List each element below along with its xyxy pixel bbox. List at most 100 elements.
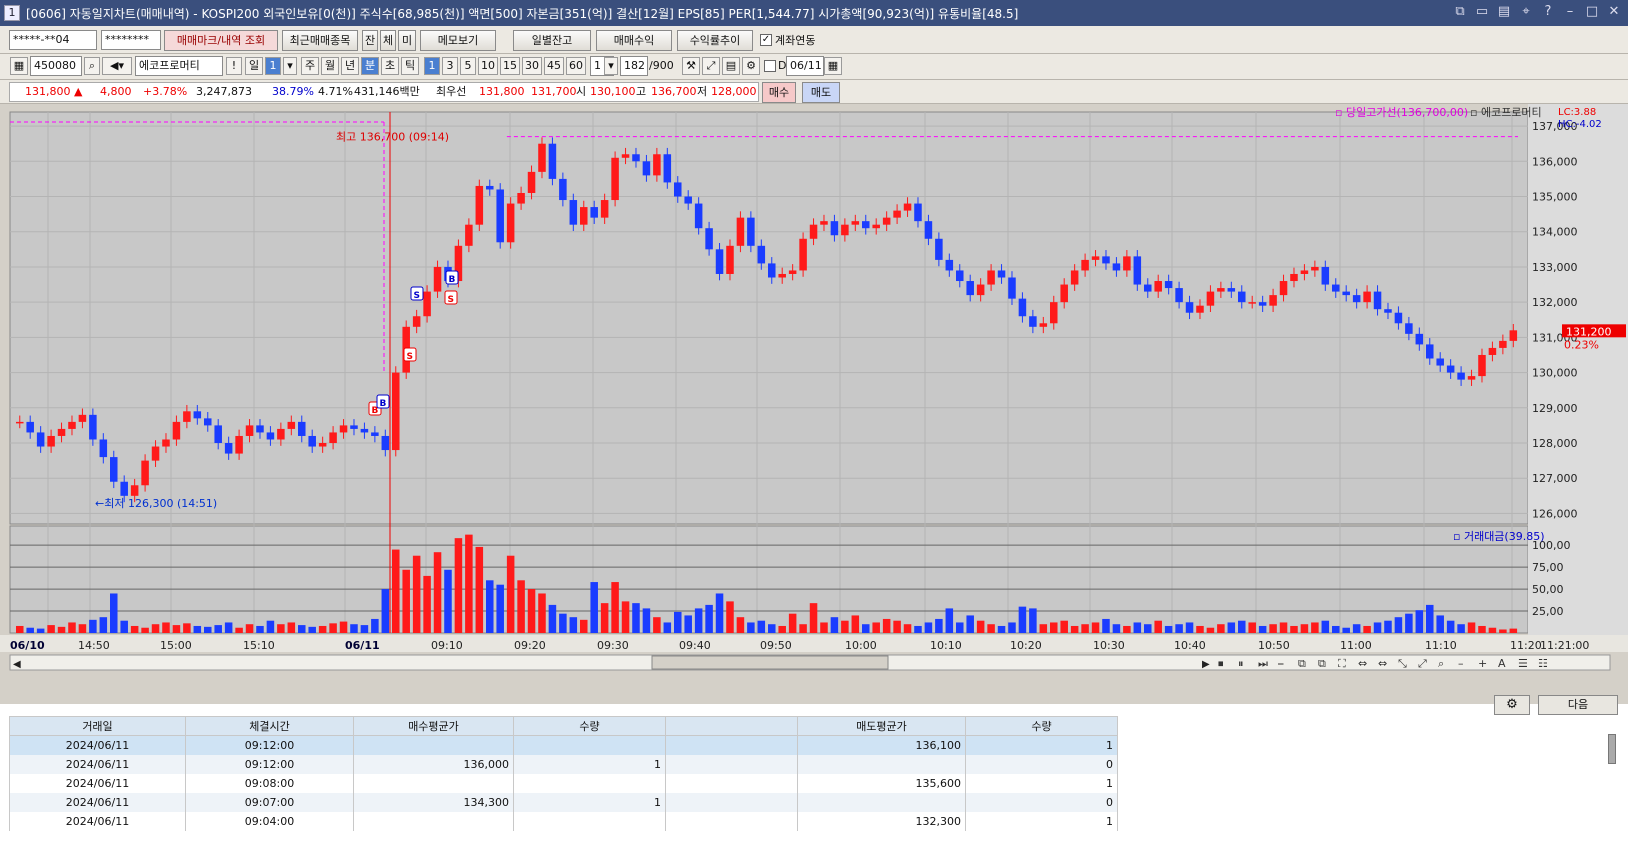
high-price: 136,700 [651,85,697,98]
volume-bar [496,584,504,633]
link-icon[interactable]: ⧉ [1452,3,1468,21]
volume-bar [339,621,348,633]
interval-dropdown-icon[interactable]: ▾ [604,57,618,75]
candle-body [26,421,34,433]
sound-icon[interactable]: ◀▾ [102,57,132,75]
table-header[interactable]: 매도평균가 [797,716,966,736]
save-icon[interactable]: ▤ [722,57,740,75]
table-header[interactable]: 매수평균가 [353,716,514,736]
help-icon[interactable]: ? [1540,3,1556,21]
candle-body [1258,302,1267,306]
candle-body [1091,256,1100,260]
tool-icon[interactable]: ⚒ [682,57,700,75]
table-row[interactable]: 2024/06/11 09:12:00 136,100 1 [9,735,1118,755]
memo-button[interactable]: 메모보기 [420,30,496,51]
calendar-icon[interactable]: ▦ [824,57,842,75]
period-month[interactable]: 월 [321,57,339,75]
table-row[interactable]: 2024/06/11 09:12:00 136,000 1 0 [9,754,1118,774]
table-header[interactable]: 수량 [965,716,1118,736]
period-second[interactable]: 초 [381,57,399,75]
volume-bar [715,593,724,633]
price-chart[interactable]: 137,000136,000135,000134,000133,000132,0… [0,104,1628,684]
candle-body [517,192,525,204]
volume-bar [266,620,275,633]
volume-bar [621,601,630,633]
search-icon[interactable]: ⌕ [84,57,100,75]
volume-bar [235,627,243,633]
settings-icon[interactable]: ⚙ [742,57,760,75]
period-year[interactable]: 년 [341,57,359,75]
recent-trades-button[interactable]: 최근매매종목 [282,30,358,51]
minute-10[interactable]: 10 [478,57,498,75]
table-cell [513,735,666,755]
volume-bar [882,618,891,633]
chart-area[interactable]: 137,000 136,000 135,000 134,000 133,000 132,0… [0,104,1628,684]
minute-30[interactable]: 30 [522,57,542,75]
minute-3[interactable]: 3 [442,57,458,75]
date-input[interactable]: 06/11 [786,56,824,76]
table-header[interactable]: 거래일 [9,716,186,736]
volume-bar [987,624,995,633]
candle-body [339,425,348,433]
volume-bar [475,546,484,633]
yield-trend-button[interactable]: 수익률추이 [677,30,753,51]
sell-button[interactable]: 매도 [802,82,840,103]
account-link-checkbox[interactable]: ✓ [760,34,772,46]
table-header[interactable]: 수량 [513,716,666,736]
count-input[interactable]: 182 [620,56,648,76]
period-minute[interactable]: 분 [361,57,379,75]
stock-code-input[interactable]: 450080 [30,56,82,76]
best-bid: 131,700 [531,85,577,98]
unfilled-button[interactable]: 미 [398,30,416,51]
table-row[interactable]: 2024/06/11 09:07:00 134,300 1 0 [9,792,1118,812]
gear-icon[interactable]: ⚙ [1494,695,1530,715]
volume-bar [1227,622,1236,633]
trade-marks-button[interactable]: 매매마크/내역 조회 [164,30,278,51]
table-scrollbar[interactable] [1608,734,1616,764]
minute-1[interactable]: 1 [424,57,440,75]
password-field[interactable]: ******** [101,30,161,50]
volume-bar [1384,620,1392,633]
print-icon[interactable]: ▤ [1496,3,1512,21]
table-header[interactable] [665,716,798,736]
x-tick-label: 10:50 [1258,639,1290,652]
minute-45[interactable]: 45 [544,57,564,75]
maximize-icon[interactable]: □ [1584,3,1600,21]
volume-bar [1290,625,1298,633]
executed-button[interactable]: 체 [380,30,396,51]
close-icon[interactable]: ✕ [1606,3,1622,21]
minute-60[interactable]: 60 [566,57,586,75]
pin-icon[interactable]: ⌖ [1518,3,1534,21]
volume-bar [277,624,285,633]
next-button[interactable]: 다음 [1538,695,1618,715]
alert-icon[interactable]: ! [226,57,242,75]
daily-balance-button[interactable]: 일별잔고 [513,30,591,51]
high-line-legend: ▫ 당일고가선(136,700,00) [1335,105,1468,119]
table-header[interactable]: 체결시간 [185,716,354,736]
minimize-icon[interactable]: – [1562,3,1578,21]
table-row[interactable]: 2024/06/11 09:04:00 132,300 1 [9,811,1118,831]
minute-5[interactable]: 5 [460,57,476,75]
cross-icon[interactable]: ⤢ [702,57,720,75]
minute-15[interactable]: 15 [500,57,520,75]
volume-bar [1415,610,1424,633]
period-tick[interactable]: 틱 [401,57,419,75]
date-checkbox[interactable] [764,60,776,72]
table-row[interactable]: 2024/06/11 09:08:00 135,600 1 [9,773,1118,793]
turnover: 4.71% [318,85,353,98]
account-select[interactable]: *****-**04 [9,30,97,50]
volume-bar [956,622,964,633]
balance-button[interactable]: 잔 [362,30,378,51]
layout-icon[interactable]: ▦ [10,57,28,75]
volume-bar [172,625,181,633]
period-num[interactable]: 1 [265,57,281,75]
period-week[interactable]: 주 [301,57,319,75]
trade-profit-button[interactable]: 매매수익 [596,30,672,51]
candle-body [151,446,160,461]
layout-icon[interactable]: ▭ [1474,3,1490,21]
period-day[interactable]: 일 [245,57,263,75]
table-cell: 1 [513,754,666,774]
buy-button[interactable]: 매수 [762,82,796,103]
period-dropdown-icon[interactable]: ▾ [283,57,297,75]
candle-body [559,178,567,201]
